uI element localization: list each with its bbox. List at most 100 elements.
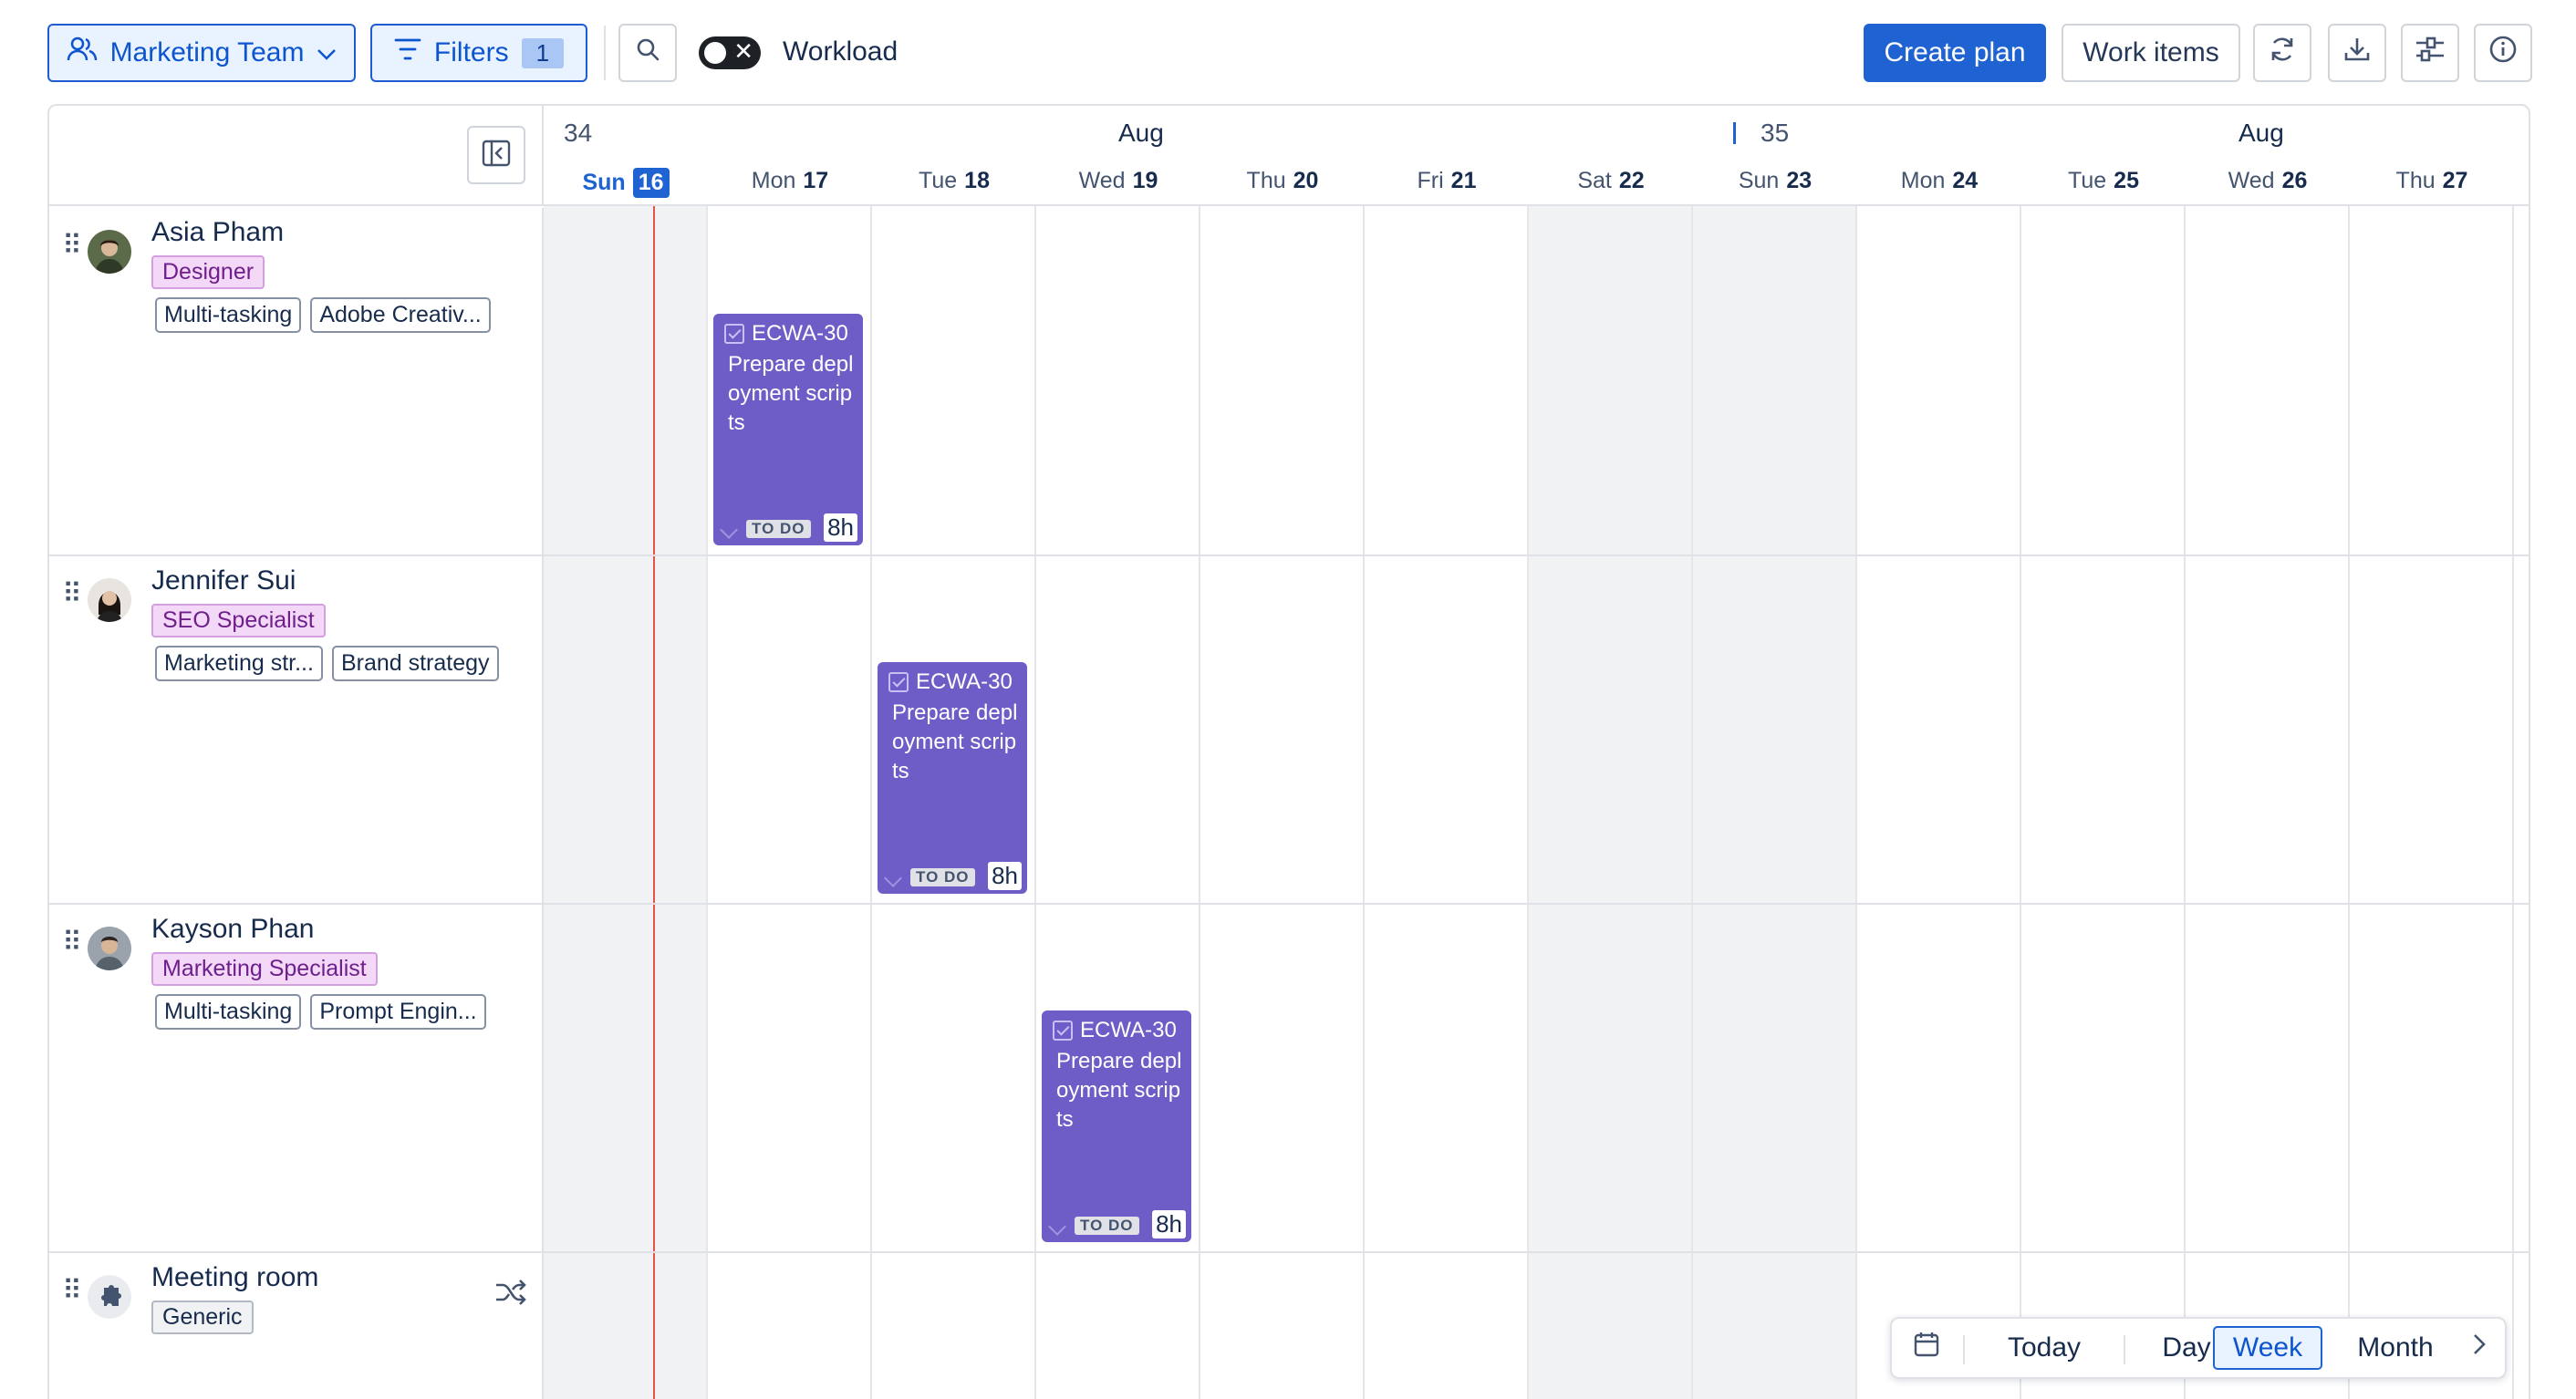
day-name: Mon <box>1900 168 1946 193</box>
timeline-body[interactable]: ECWA-30 Prepare deployment scripts TO DO… <box>544 206 2529 1399</box>
resource-row: ⠿ Asia Pham Designer Multi-tasking Adobe… <box>49 208 544 556</box>
resource-row: ⠿ Meeting room Generic <box>49 1253 544 1399</box>
day-header[interactable]: Tue 18 <box>872 168 1036 194</box>
filters-count-badge: 1 <box>521 37 565 68</box>
filters-label: Filters <box>433 37 509 67</box>
day-column[interactable] <box>1857 206 2021 1399</box>
task-status-badge: TO DO <box>910 868 975 886</box>
search-icon <box>635 36 660 69</box>
day-date: 24 <box>1952 168 1979 193</box>
day-header[interactable]: Mon 17 <box>708 168 872 194</box>
create-plan-button[interactable]: Create plan <box>1864 24 2046 82</box>
people-icon <box>67 36 98 70</box>
week-number: 34 <box>564 119 593 147</box>
day-header[interactable]: Sat 22 <box>1529 168 1693 194</box>
toolbar: Marketing Team Filters 1 ✕ Workload Crea… <box>0 0 2576 104</box>
day-column[interactable] <box>1693 206 1857 1399</box>
day-header[interactable]: Wed 26 <box>2186 168 2350 194</box>
day-date: 16 <box>632 168 670 198</box>
task-hours: 8h <box>824 513 857 542</box>
skills-list: Multi-tasking Adobe Creativ... <box>155 297 491 333</box>
day-column[interactable] <box>2350 206 2514 1399</box>
day-column[interactable] <box>1529 206 1693 1399</box>
day-column[interactable] <box>544 206 708 1399</box>
drag-handle-icon[interactable]: ⠿ <box>62 578 82 610</box>
filter-icon <box>394 37 421 68</box>
day-header[interactable]: Tue 25 <box>2021 168 2186 194</box>
day-column[interactable] <box>1365 206 1529 1399</box>
chevron-down-icon <box>884 869 902 887</box>
resource-name: Jennifer Sui <box>151 565 296 596</box>
day-header[interactable]: Sun 23 <box>1693 168 1857 194</box>
search-button[interactable] <box>618 24 677 82</box>
drag-handle-icon[interactable]: ⠿ <box>62 1275 82 1307</box>
day-header-today[interactable]: Sun 16 <box>544 168 708 198</box>
day-header[interactable]: Wed 19 <box>1036 168 1200 194</box>
skills-list: Multi-tasking Prompt Engin... <box>155 994 486 1030</box>
week-view-button[interactable]: Week <box>2213 1326 2322 1370</box>
work-items-button[interactable]: Work items <box>2062 24 2240 82</box>
day-date: 23 <box>1786 168 1813 193</box>
calendar-button[interactable] <box>1905 1326 1948 1370</box>
view-switcher: Today Day Week Month <box>1890 1317 2507 1379</box>
day-date: 22 <box>1618 168 1645 193</box>
info-button[interactable] <box>2474 24 2532 82</box>
task-card[interactable]: ECWA-30 Prepare deployment scripts TO DO… <box>878 662 1027 894</box>
day-column[interactable] <box>1200 206 1365 1399</box>
day-date: 21 <box>1450 168 1477 193</box>
role-badge: Designer <box>151 255 265 289</box>
task-hours: 8h <box>988 862 1022 890</box>
avatar <box>88 927 131 970</box>
day-name: Thu <box>2395 168 2436 193</box>
today-button[interactable]: Today <box>1976 1326 2113 1370</box>
day-name: Tue <box>919 168 958 193</box>
day-column[interactable] <box>2021 206 2186 1399</box>
resource-name: Meeting room <box>151 1262 319 1292</box>
skill-tag: Multi-tasking <box>155 297 302 333</box>
task-card[interactable]: ECWA-30 Prepare deployment scripts TO DO… <box>1042 1010 1191 1242</box>
team-selector-button[interactable]: Marketing Team <box>47 24 356 82</box>
filters-button[interactable]: Filters 1 <box>370 24 587 82</box>
drag-handle-icon[interactable]: ⠿ <box>62 230 82 262</box>
avatar <box>88 230 131 274</box>
next-period-button[interactable] <box>2459 1326 2499 1370</box>
skills-list: Marketing str... Brand strategy <box>155 646 499 681</box>
chevron-right-icon <box>2472 1332 2487 1363</box>
resource-column-header <box>49 106 544 206</box>
day-name: Tue <box>2068 168 2107 193</box>
day-date: 18 <box>964 168 990 193</box>
task-key: ECWA-30 <box>1080 1018 1177 1042</box>
toolbar-divider <box>604 26 606 80</box>
day-name: Sun <box>1738 168 1780 193</box>
day-date: 25 <box>2114 168 2139 193</box>
day-column[interactable] <box>2186 206 2350 1399</box>
refresh-button[interactable] <box>2253 24 2311 82</box>
calendar-icon <box>1913 1331 1940 1365</box>
month-view-button[interactable]: Month <box>2333 1326 2457 1370</box>
resource-row: ⠿ Kayson Phan Marketing Specialist Multi… <box>49 905 544 1253</box>
day-header[interactable]: Thu 20 <box>1200 168 1365 194</box>
shuffle-icon[interactable] <box>494 1279 527 1311</box>
task-card[interactable]: ECWA-30 Prepare deployment scripts TO DO… <box>713 314 863 545</box>
task-key: ECWA-30 <box>916 669 1013 694</box>
day-header[interactable]: Fri 21 <box>1365 168 1529 194</box>
day-date: 26 <box>2281 168 2308 193</box>
day-date: 19 <box>1132 168 1158 193</box>
task-title: Prepare deployment scripts <box>892 700 1018 783</box>
avatar <box>88 578 131 622</box>
role-badge: SEO Specialist <box>151 604 326 637</box>
day-header[interactable]: Thu 27 <box>2350 168 2514 194</box>
collapse-panel-button[interactable] <box>467 126 525 184</box>
workload-toggle[interactable]: ✕ <box>699 36 761 69</box>
skill-tag: Brand strategy <box>331 646 499 681</box>
view-settings-button[interactable] <box>2401 24 2459 82</box>
resource-name: Kayson Phan <box>151 914 315 944</box>
day-header[interactable]: Mon 24 <box>1857 168 2021 194</box>
timeline-header: 34 Aug 35 Aug Sun 16 Mon 17 Tue 18 Wed 19 Th… <box>544 106 2529 206</box>
month-label: Aug <box>1118 119 1164 147</box>
drag-handle-icon[interactable]: ⠿ <box>62 927 82 959</box>
divider <box>2124 1335 2125 1364</box>
skill-tag: Prompt Engin... <box>310 994 486 1030</box>
download-button[interactable] <box>2328 24 2386 82</box>
team-selector-label: Marketing Team <box>109 37 305 67</box>
